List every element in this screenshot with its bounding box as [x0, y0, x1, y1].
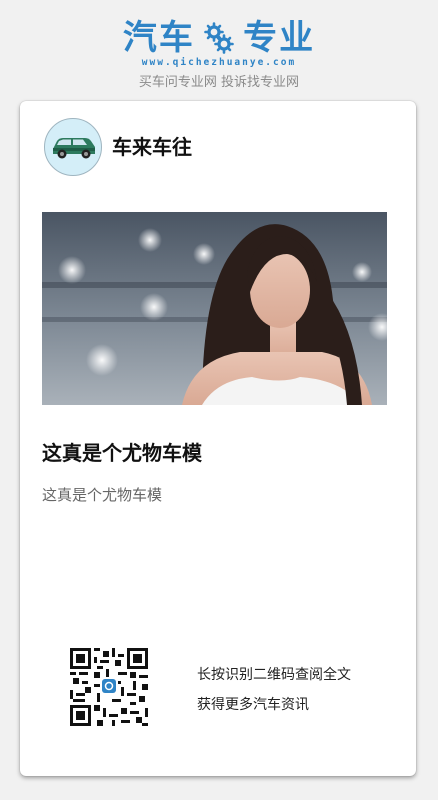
article-summary: 这真是个尤物车模 [42, 486, 163, 504]
site-logo: 汽车 专业 [0, 18, 438, 58]
avatar [44, 118, 102, 176]
author-name: 车来车往 [112, 135, 192, 159]
article-card: 车来车往 这真是个尤物车模 这真是个尤物车模 长按识别二维码查阅全文 获得更多汽… [20, 101, 416, 776]
site-domain: www.qichezhuanye.com [141, 57, 297, 68]
qr-subtext: 获得更多汽车资讯 [197, 697, 309, 713]
logo-text-left: 汽车 [122, 18, 195, 58]
gears-icon [204, 22, 234, 54]
logo-text-right: 专业 [243, 18, 316, 58]
qr-instruction: 长按识别二维码查阅全文 [197, 667, 351, 683]
car-icon [53, 138, 95, 159]
site-slogan: 买车问专业网 投诉找专业网 [138, 75, 300, 90]
article-photo [42, 212, 387, 405]
site-header: 汽车 专业 www.qichezhuanye.com 买车问专业网 投诉找专业网 [0, 0, 438, 100]
qr-code-icon [70, 648, 148, 726]
qr-code[interactable] [70, 648, 148, 726]
article-title: 这真是个尤物车模 [42, 441, 202, 465]
